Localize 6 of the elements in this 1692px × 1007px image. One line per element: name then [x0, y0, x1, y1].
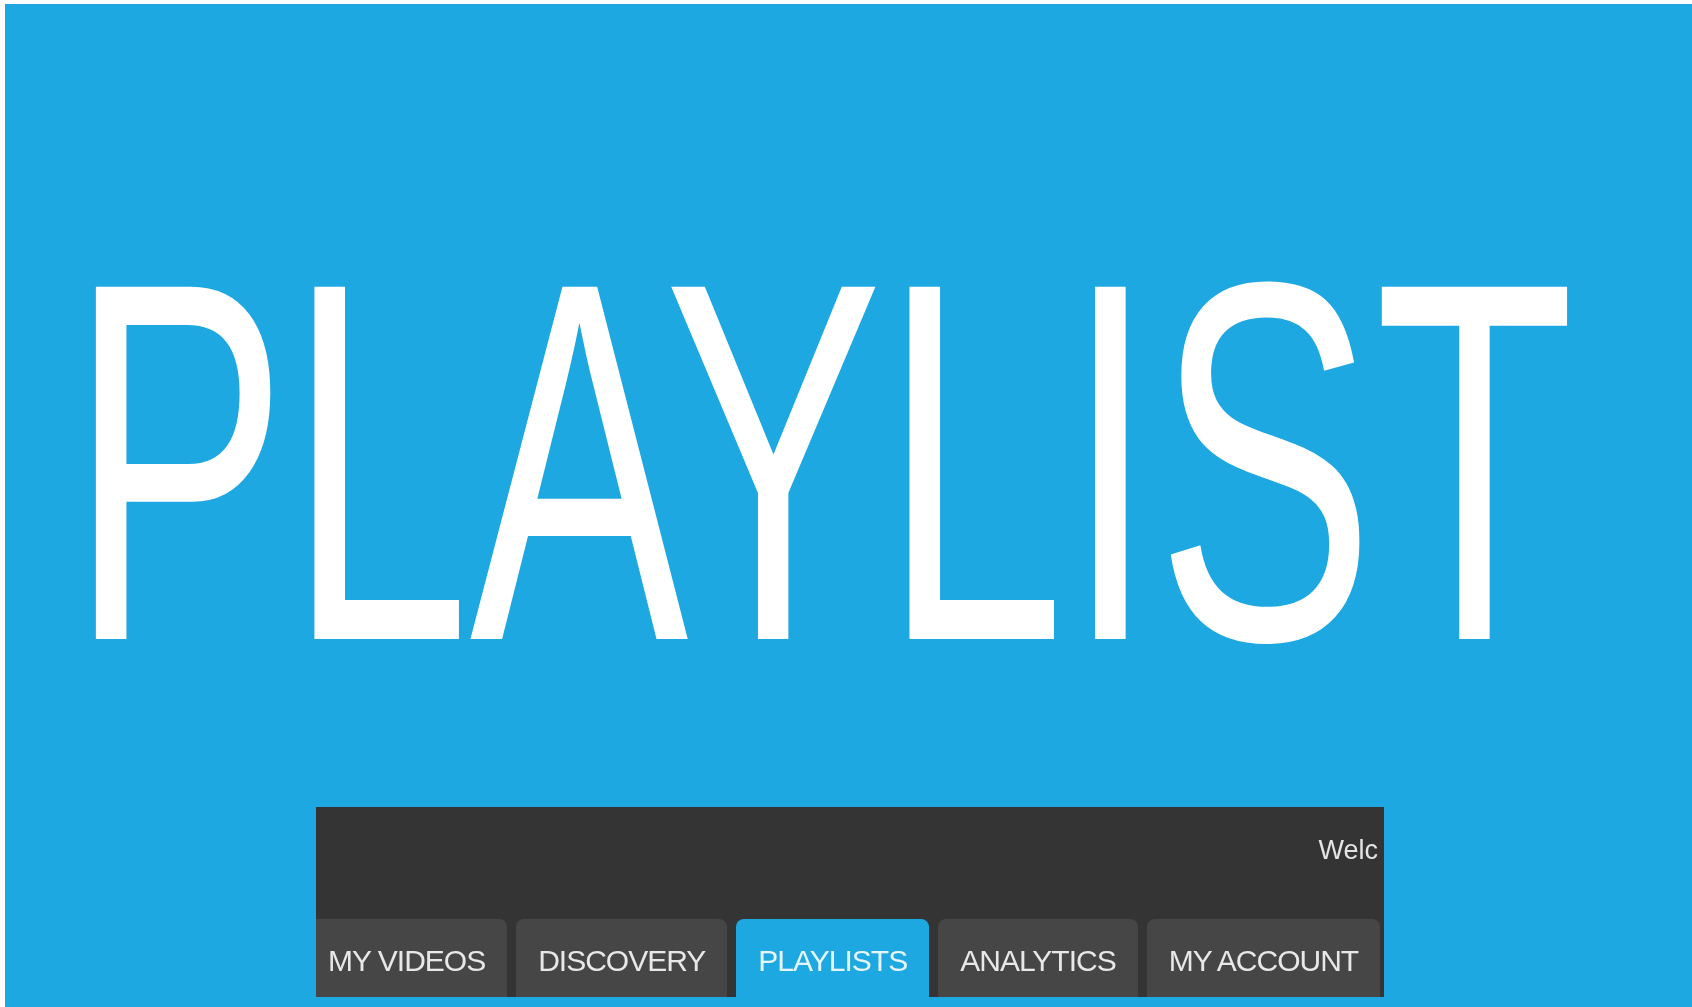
page-title: PLAYLIST — [69, 206, 1575, 718]
nav-tab[interactable]: MY VIDEOS — [316, 919, 508, 997]
nav-tab[interactable]: ANALYTICS — [938, 919, 1138, 997]
nav-tab[interactable]: MY ACCOUNT — [1146, 919, 1381, 997]
welcome-text: Welc — [1318, 835, 1378, 866]
nav-tab[interactable]: DISCOVERY — [516, 919, 728, 997]
